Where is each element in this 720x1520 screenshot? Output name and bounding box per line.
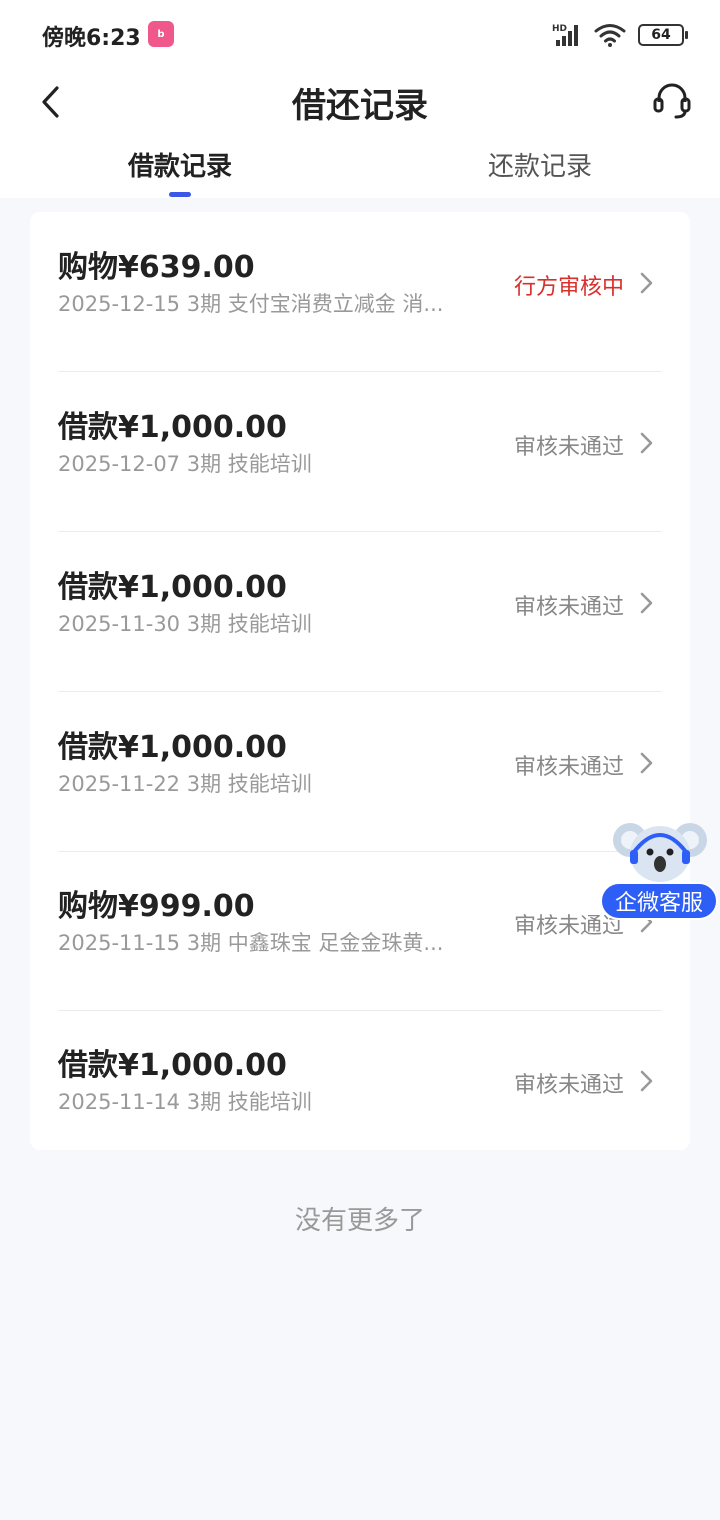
battery-icon: 64 <box>638 24 688 46</box>
status-badge: 审核未通过 <box>513 1073 624 1098</box>
record-amount: 购物¥639.00 <box>58 250 255 285</box>
tab-bar: 借款记录 还款记录 <box>0 146 720 198</box>
record-amount: 借款¥1,000.00 <box>58 730 287 765</box>
tab-borrow-records[interactable]: 借款记录 <box>80 146 280 183</box>
record-detail: 2025-12-15 3期 支付宝消费立减金 消... <box>58 292 444 316</box>
record-detail: 2025-11-30 3期 技能培训 <box>58 612 312 636</box>
list-item[interactable]: 借款¥1,000.00 2025-11-22 3期 技能培训 审核未通过 <box>58 692 662 852</box>
header: 借还记录 借款记录 还款记录 <box>0 70 720 198</box>
chevron-right-icon <box>640 272 653 294</box>
record-detail: 2025-11-14 3期 技能培训 <box>58 1090 312 1114</box>
record-detail: 2025-11-22 3期 技能培训 <box>58 772 312 796</box>
wifi-icon <box>594 24 626 47</box>
record-amount: 借款¥1,000.00 <box>58 1048 287 1083</box>
status-bar: 傍晚6:23 b HD 64 <box>0 0 720 70</box>
status-icons: HD 64 <box>552 20 688 50</box>
bilibili-app-icon: b <box>148 21 174 47</box>
wecom-service-label: 企微客服 <box>600 882 718 920</box>
headset-icon <box>653 83 691 119</box>
status-badge: 审核未通过 <box>513 755 624 780</box>
wecom-service-float-button[interactable]: 企微客服 <box>598 812 720 922</box>
records-list: 购物¥639.00 2025-12-15 3期 支付宝消费立减金 消... 行方… <box>30 212 690 1150</box>
list-item[interactable]: 借款¥1,000.00 2025-11-14 3期 技能培训 审核未通过 <box>58 1010 662 1170</box>
chevron-right-icon <box>640 752 653 774</box>
battery-level: 64 <box>651 27 671 43</box>
page-title: 借还记录 <box>292 86 428 126</box>
record-detail: 2025-12-07 3期 技能培训 <box>58 452 312 476</box>
network-label: HD <box>552 24 567 34</box>
record-amount: 购物¥999.00 <box>58 889 255 924</box>
list-item[interactable]: 借款¥1,000.00 2025-12-07 3期 技能培训 审核未通过 <box>58 372 662 532</box>
list-item[interactable]: 购物¥639.00 2025-12-15 3期 支付宝消费立减金 消... 行方… <box>58 212 662 372</box>
signal-icon: HD <box>552 24 578 46</box>
list-item[interactable]: 购物¥999.00 2025-11-15 3期 中鑫珠宝 足金金珠黄... 审核… <box>58 851 662 1011</box>
customer-service-button[interactable] <box>650 78 694 122</box>
chevron-right-icon <box>640 1070 653 1092</box>
record-detail: 2025-11-15 3期 中鑫珠宝 足金金珠黄... <box>58 931 444 955</box>
chevron-right-icon <box>640 592 653 614</box>
no-more-text: 没有更多了 <box>294 1206 425 1236</box>
tab-repay-records[interactable]: 还款记录 <box>440 146 640 183</box>
status-badge: 审核未通过 <box>513 595 624 620</box>
status-badge: 审核未通过 <box>513 435 624 460</box>
status-time: 傍晚6:23 <box>42 26 141 51</box>
koala-mascot-icon <box>613 823 707 882</box>
record-amount: 借款¥1,000.00 <box>58 570 287 605</box>
record-amount: 借款¥1,000.00 <box>58 410 287 445</box>
tab-active-indicator <box>169 192 191 197</box>
status-badge: 行方审核中 <box>513 275 624 300</box>
list-item[interactable]: 借款¥1,000.00 2025-11-30 3期 技能培训 审核未通过 <box>58 532 662 692</box>
chevron-right-icon <box>640 432 653 454</box>
